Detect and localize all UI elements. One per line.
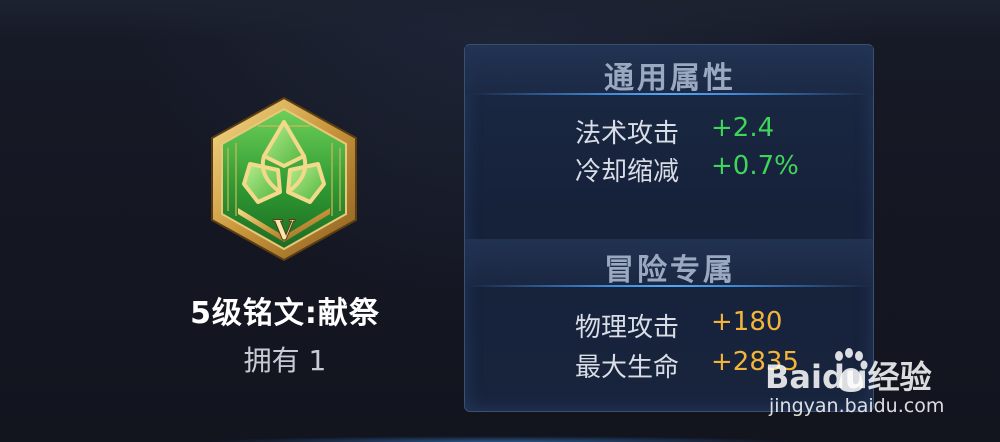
rune-hexagon-icon: V (211, 96, 357, 262)
stat-label: 物理攻击 (575, 313, 680, 343)
rune-detail-screen: V 5级铭文:献祭 拥有 1 通用属性 法术攻击 +2.4 冷却缩减 +0.7%… (0, 0, 1000, 442)
adventure-section-title: 冒险专属 (604, 253, 736, 288)
stat-row-cooldown-reduction: 冷却缩减 +0.7% (575, 151, 865, 187)
baidu-brand: Baidu经验 (765, 358, 932, 396)
stat-value: +0.7% (711, 151, 799, 181)
top-bar (0, 0, 1000, 40)
stat-label: 冷却缩减 (575, 157, 680, 187)
stat-label: 最大生命 (575, 353, 680, 383)
adventure-section-divider (471, 285, 869, 287)
rune-name: 5级铭文:献祭 (190, 296, 380, 331)
rune-owned-count: 拥有 1 (243, 344, 327, 377)
baidu-logo-icon: Baidu经验 (765, 348, 932, 396)
stat-value: +2.4 (711, 113, 775, 143)
stat-value: +180 (711, 307, 783, 337)
rune-level-numeral: V (272, 214, 296, 247)
general-section-divider (471, 93, 869, 95)
general-section-title: 通用属性 (604, 61, 736, 96)
stat-row-physical-attack: 物理攻击 +180 (575, 307, 865, 343)
rune-badge[interactable]: V (208, 96, 360, 262)
bottom-glow (200, 436, 800, 442)
baidu-watermark: Baidu经验 jingyan.baidu.com (765, 340, 965, 430)
stat-row-magic-attack: 法术攻击 +2.4 (575, 113, 865, 149)
watermark-url: jingyan.baidu.com (769, 395, 945, 417)
stat-label: 法术攻击 (575, 119, 680, 149)
